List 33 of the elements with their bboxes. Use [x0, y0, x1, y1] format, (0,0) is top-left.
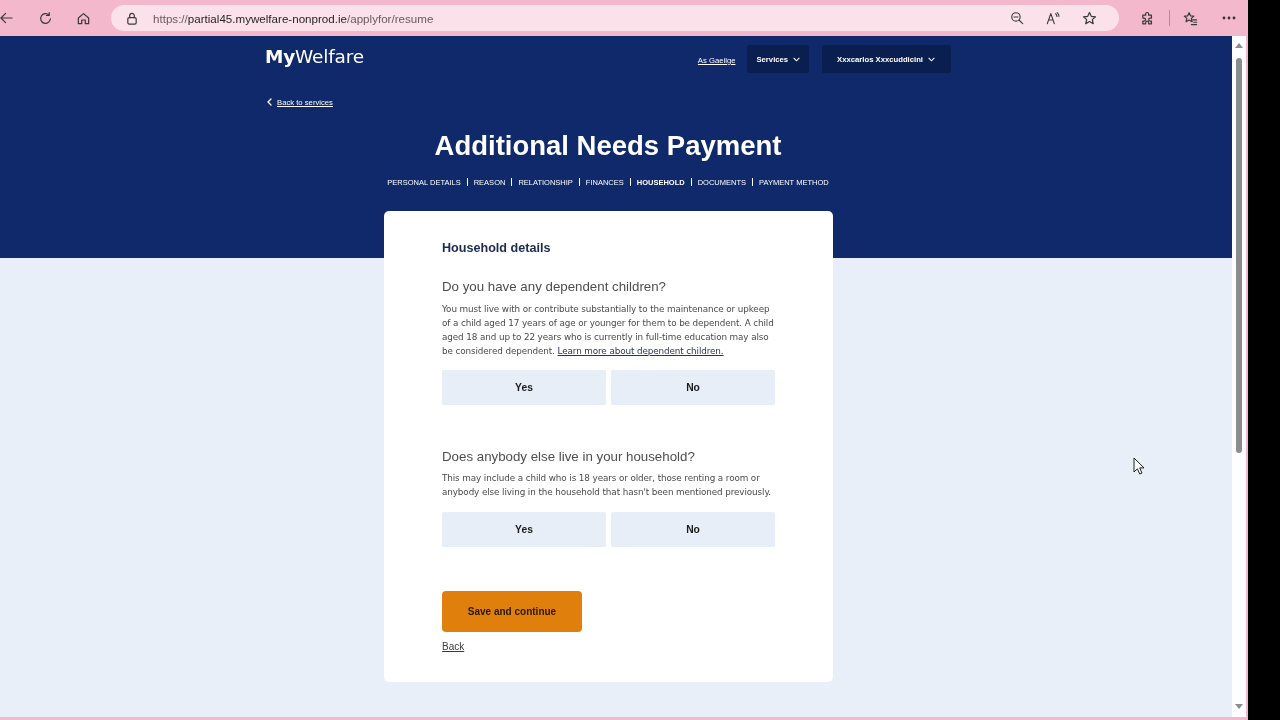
reload-icon[interactable]: [38, 10, 53, 26]
answer-option[interactable]: Yes: [442, 370, 606, 405]
lock-icon: [126, 11, 138, 25]
save-and-continue-button[interactable]: Save and continue: [442, 591, 582, 632]
scroll-down-icon[interactable]: [1235, 704, 1243, 709]
home-icon[interactable]: [76, 10, 91, 26]
back-link[interactable]: Back: [442, 641, 465, 653]
address-bar[interactable]: https://partial45.mywelfare-nonprod.ie/applyfor/resume: [111, 5, 1119, 31]
answer-option[interactable]: No: [611, 512, 775, 547]
caret-icon: [793, 56, 801, 62]
hint-text: You must live with or contribute substantially to the maintenance or upkeep of a child aged 17 years of age or younger for them to be dependent. A child aged 18 and up to 22 years who is currently in full-time education may also be considered dependent. Learn more about dependent children.: [442, 303, 775, 358]
url-text: https://partial45.mywelfare-nonprod.ie/applyfor/resume: [153, 11, 434, 25]
back-arrow-icon[interactable]: [0, 11, 13, 25]
caret-icon: [928, 56, 935, 62]
scrollbar-thumb[interactable]: [1236, 58, 1242, 453]
hint-text: This may include a child who is 18 years or older, those renting a room or anybody else living in the household that hasn't been mentioned previously.: [442, 472, 772, 499]
answer-option[interactable]: Yes: [442, 512, 606, 547]
section-heading: Household details: [442, 240, 552, 256]
zoom-out-icon[interactable]: [1010, 11, 1024, 25]
page-title: Additional Needs Payment: [433, 130, 783, 162]
question-text: Do you have any dependent children?: [442, 279, 667, 295]
site-logo[interactable]: MyWelfare: [265, 45, 364, 67]
chevron-left-icon: [267, 98, 272, 106]
more-icon[interactable]: [1222, 16, 1236, 20]
star-list-icon[interactable]: [1183, 10, 1198, 26]
puzzle-icon[interactable]: [1140, 10, 1155, 26]
read-aloud-icon[interactable]: [1046, 11, 1060, 25]
star-icon[interactable]: [1082, 10, 1097, 26]
answer-option[interactable]: No: [611, 370, 775, 405]
mouse-pointer-icon: [1133, 457, 1145, 475]
question-text: Does anybody else live in your household?: [442, 449, 696, 465]
scroll-up-icon[interactable]: [1235, 43, 1243, 48]
learn-more-link[interactable]: Learn more about dependent children.: [557, 346, 724, 356]
